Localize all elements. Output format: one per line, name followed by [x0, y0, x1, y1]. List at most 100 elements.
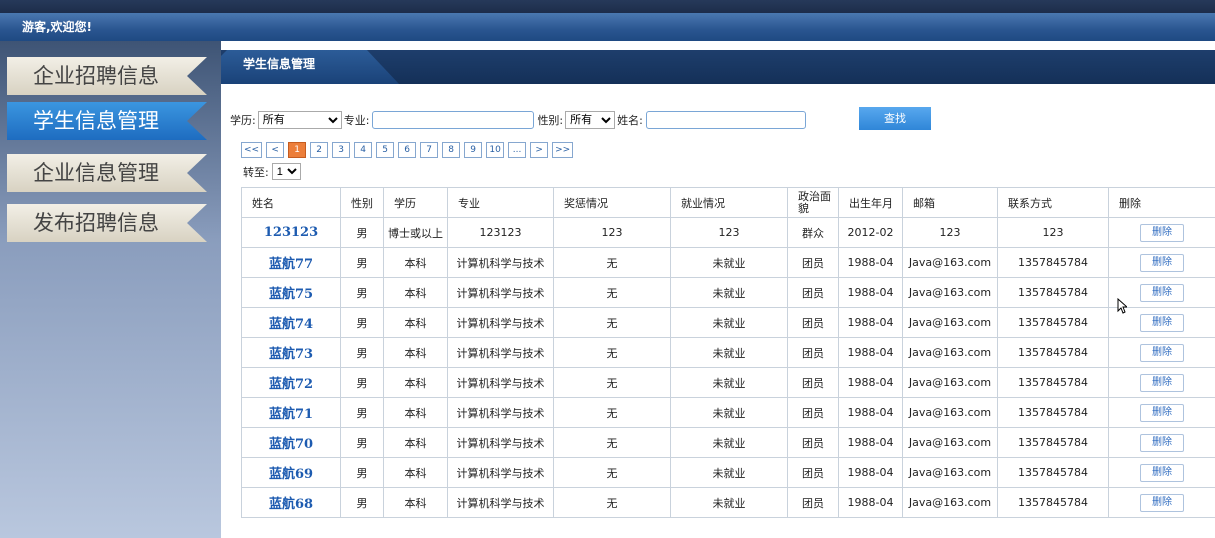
- cell-email: Java@163.com: [902, 427, 998, 458]
- page-prev-button[interactable]: <: [266, 142, 285, 158]
- page-last-button[interactable]: >>: [552, 142, 574, 158]
- cell-delete: 删除: [1108, 427, 1215, 458]
- cell-contact: 1357845784: [997, 487, 1109, 518]
- gender-label: 性别:: [537, 114, 564, 127]
- cell-awards: 无: [553, 307, 671, 338]
- page-2-button[interactable]: 2: [310, 142, 329, 158]
- cell-contact: 1357845784: [997, 307, 1109, 338]
- delete-button[interactable]: 删除: [1140, 433, 1184, 452]
- cell-employment: 未就业: [670, 337, 788, 368]
- page-6-button[interactable]: 6: [398, 142, 417, 158]
- cell-name[interactable]: 蓝航75: [241, 277, 341, 308]
- header-gender: 性别: [340, 187, 384, 218]
- cell-name[interactable]: 蓝航73: [241, 337, 341, 368]
- page-1-button[interactable]: 1: [288, 142, 307, 158]
- cell-name[interactable]: 蓝航68: [241, 487, 341, 518]
- cell-delete: 删除: [1108, 397, 1215, 428]
- cell-contact: 1357845784: [997, 247, 1109, 278]
- cell-employment: 123: [670, 217, 788, 248]
- cell-employment: 未就业: [670, 397, 788, 428]
- cell-email: 123: [902, 217, 998, 248]
- cell-major: 123123: [447, 217, 554, 248]
- cell-delete: 删除: [1108, 457, 1215, 488]
- cell-contact: 123: [997, 217, 1109, 248]
- sidebar: 企业招聘信息 学生信息管理 企业信息管理 发布招聘信息: [0, 41, 221, 538]
- cell-email: Java@163.com: [902, 247, 998, 278]
- delete-button[interactable]: 删除: [1140, 223, 1184, 242]
- sidebar-item-student-management[interactable]: 学生信息管理: [7, 102, 207, 140]
- cell-gender: 男: [340, 457, 384, 488]
- page-4-button[interactable]: 4: [354, 142, 373, 158]
- cell-delete: 删除: [1108, 367, 1215, 398]
- cell-gender: 男: [340, 337, 384, 368]
- header-political: 政治面貌: [787, 187, 839, 218]
- header-delete: 删除: [1108, 187, 1215, 218]
- cell-email: Java@163.com: [902, 337, 998, 368]
- page-10-button[interactable]: 10: [486, 142, 505, 158]
- delete-button[interactable]: 删除: [1140, 493, 1184, 512]
- cell-education: 本科: [383, 487, 448, 518]
- cell-name[interactable]: 蓝航71: [241, 397, 341, 428]
- page-next-button[interactable]: >: [530, 142, 549, 158]
- table-row: 蓝航74 男本科 计算机科学与技术无未就业 团员 1988-04 Java@163.com…: [241, 307, 1215, 338]
- goto-label: 转至:: [243, 165, 269, 179]
- cell-education: 本科: [383, 307, 448, 338]
- name-input[interactable]: [645, 111, 806, 129]
- cell-email: Java@163.com: [902, 397, 998, 428]
- cell-birth: 1988-04: [838, 457, 903, 488]
- sidebar-item-company-management[interactable]: 企业信息管理: [7, 154, 207, 192]
- header-employment: 就业情况: [670, 187, 788, 218]
- page-9-button[interactable]: 9: [464, 142, 483, 158]
- cell-email: Java@163.com: [902, 457, 998, 488]
- delete-button[interactable]: 删除: [1140, 253, 1184, 272]
- header-email: 邮箱: [902, 187, 998, 218]
- goto-select[interactable]: 1: [271, 163, 301, 180]
- cell-name[interactable]: 蓝航69: [241, 457, 341, 488]
- education-select[interactable]: 所有: [257, 111, 342, 129]
- cell-name[interactable]: 蓝航74: [241, 307, 341, 338]
- delete-button[interactable]: 删除: [1140, 403, 1184, 422]
- cell-political: 团员: [787, 487, 839, 518]
- delete-button[interactable]: 删除: [1140, 343, 1184, 362]
- welcome-text: 游客,欢迎您!: [0, 13, 1215, 41]
- cell-name[interactable]: 蓝航77: [241, 247, 341, 278]
- cell-awards: 123: [553, 217, 671, 248]
- delete-button[interactable]: 删除: [1140, 313, 1184, 332]
- search-button[interactable]: 查找: [859, 107, 931, 130]
- page-first-button[interactable]: <<: [241, 142, 263, 158]
- sidebar-item-publish-recruitment[interactable]: 发布招聘信息: [7, 204, 207, 242]
- sidebar-item-recruitment-info[interactable]: 企业招聘信息: [7, 57, 207, 95]
- major-input[interactable]: [372, 111, 535, 129]
- cell-political: 团员: [787, 337, 839, 368]
- page-3-button[interactable]: 3: [332, 142, 351, 158]
- cell-birth: 1988-04: [838, 367, 903, 398]
- cell-employment: 未就业: [670, 487, 788, 518]
- cell-name[interactable]: 蓝航70: [241, 427, 341, 458]
- cell-email: Java@163.com: [902, 367, 998, 398]
- delete-button[interactable]: 删除: [1140, 373, 1184, 392]
- cell-gender: 男: [340, 367, 384, 398]
- cell-major: 计算机科学与技术: [447, 367, 554, 398]
- cell-name[interactable]: 123123: [241, 217, 341, 248]
- cell-major: 计算机科学与技术: [447, 397, 554, 428]
- page-8-button[interactable]: 8: [442, 142, 461, 158]
- tab-student-management[interactable]: 学生信息管理: [221, 50, 399, 84]
- cell-major: 计算机科学与技术: [447, 247, 554, 278]
- cell-email: Java@163.com: [902, 277, 998, 308]
- cell-political: 团员: [787, 427, 839, 458]
- page-5-button[interactable]: 5: [376, 142, 395, 158]
- page-ellipsis-button[interactable]: ...: [508, 142, 527, 158]
- cell-contact: 1357845784: [997, 337, 1109, 368]
- cell-name[interactable]: 蓝航72: [241, 367, 341, 398]
- delete-button[interactable]: 删除: [1140, 463, 1184, 482]
- goto-page: 转至: 1: [243, 163, 301, 180]
- header-name: 姓名: [241, 187, 341, 218]
- page-7-button[interactable]: 7: [420, 142, 439, 158]
- table-row: 蓝航72 男本科 计算机科学与技术无未就业 团员 1988-04 Java@163.com…: [241, 367, 1215, 398]
- gender-select[interactable]: 所有: [565, 111, 616, 129]
- delete-button[interactable]: 删除: [1140, 283, 1184, 302]
- cell-birth: 1988-04: [838, 397, 903, 428]
- cell-contact: 1357845784: [997, 367, 1109, 398]
- cell-political: 团员: [787, 397, 839, 428]
- cell-awards: 无: [553, 427, 671, 458]
